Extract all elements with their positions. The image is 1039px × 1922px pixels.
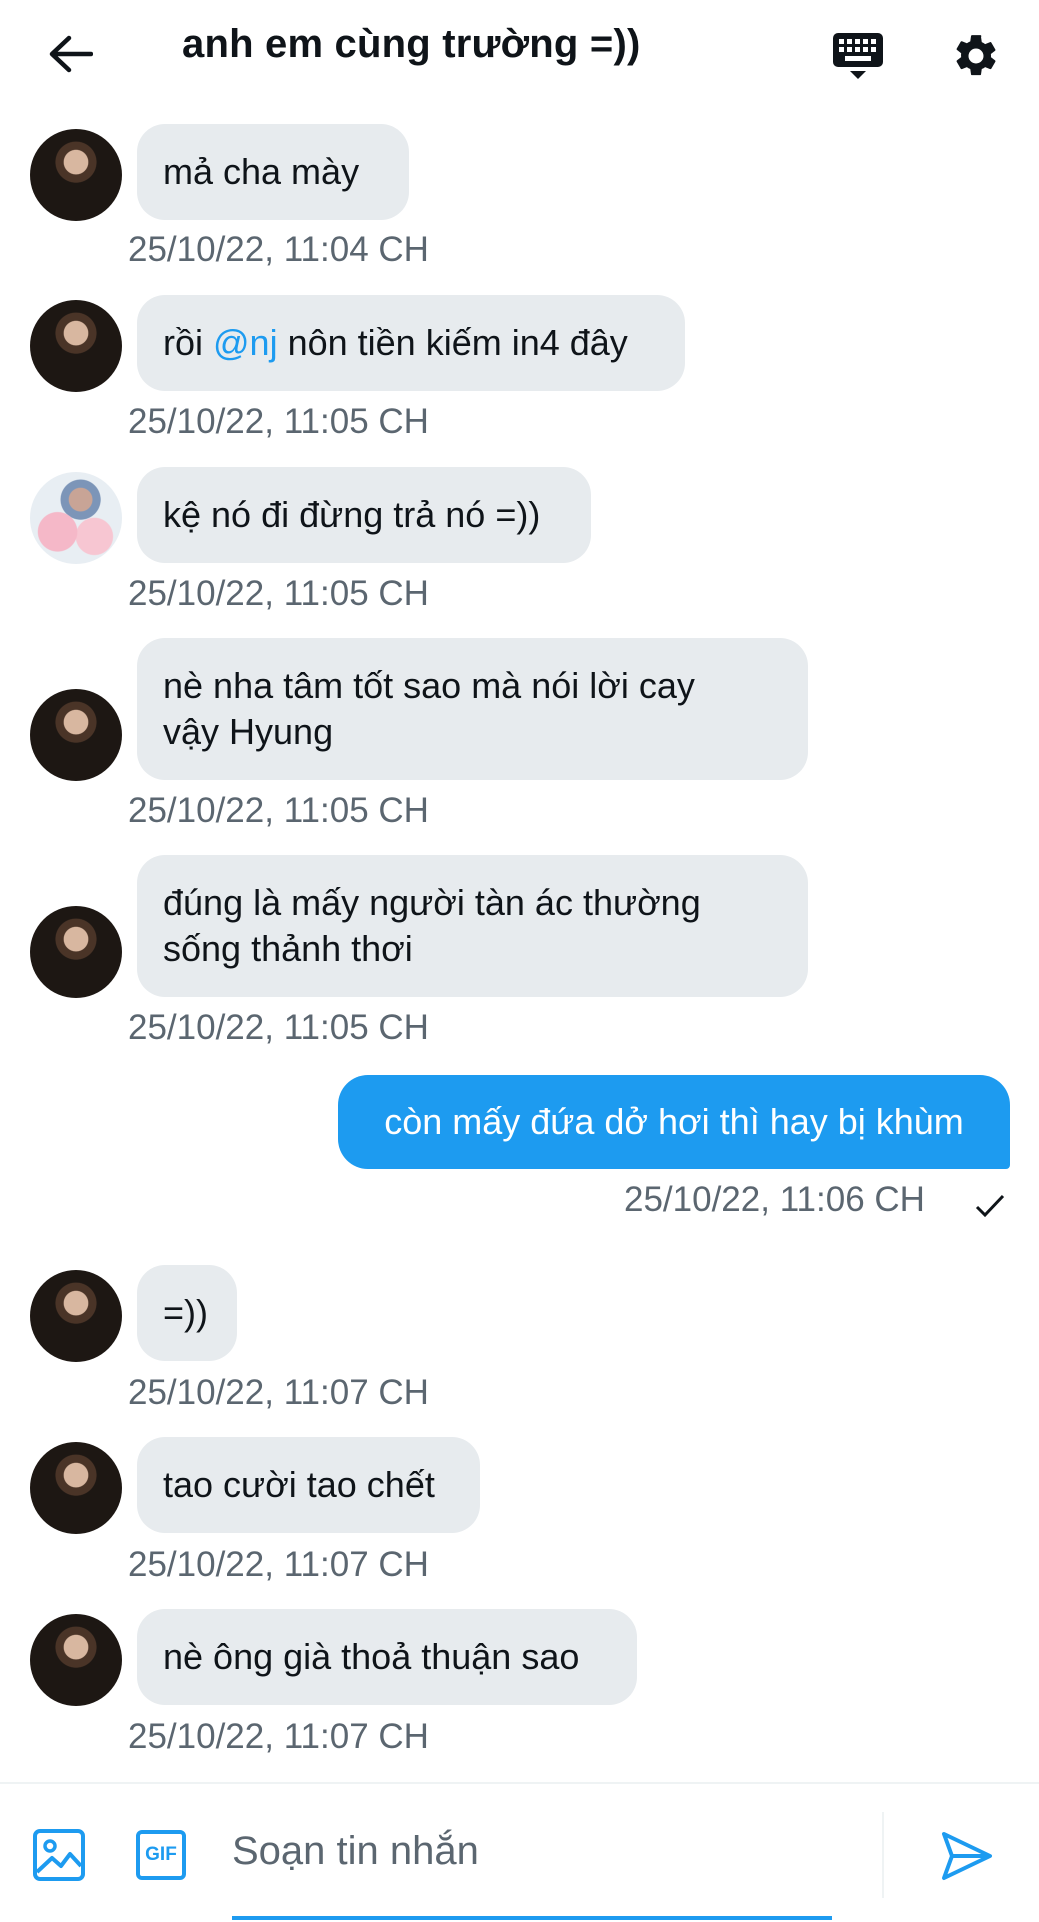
message-timestamp: 25/10/22, 11:04 CH — [128, 230, 429, 269]
avatar[interactable] — [30, 1442, 122, 1534]
keyboard-icon — [833, 33, 883, 79]
avatar[interactable] — [30, 300, 122, 392]
add-image-button[interactable] — [30, 1826, 88, 1884]
conversation-title: anh em cùng trường =)) — [182, 22, 641, 66]
sent-check-icon — [975, 1194, 1005, 1218]
message-bubble[interactable]: kệ nó đi đừng trả nó =)) — [137, 467, 591, 563]
message-bubble[interactable]: nè ông già thoả thuận sao — [137, 1609, 637, 1705]
composer-divider — [882, 1812, 884, 1898]
add-gif-button[interactable]: GIF — [132, 1826, 190, 1884]
settings-button[interactable] — [944, 24, 1008, 88]
message-text-line: nè nha tâm tốt sao mà nói lời cay — [163, 665, 695, 706]
back-button[interactable] — [40, 26, 100, 82]
avatar[interactable] — [30, 129, 122, 221]
gear-icon — [956, 35, 996, 76]
message-bubble[interactable]: tao cười tao chết — [137, 1437, 480, 1533]
message-text: còn mấy đứa dở hơi thì hay bị khùm — [384, 1101, 964, 1142]
avatar[interactable] — [30, 1614, 122, 1706]
message-text: mả cha mày — [163, 151, 360, 192]
image-icon — [33, 1829, 85, 1881]
message-bubble[interactable]: đúng là mấy người tàn ác thường sống thả… — [137, 855, 808, 997]
avatar[interactable] — [30, 472, 122, 564]
message-timestamp: 25/10/22, 11:07 CH — [128, 1545, 429, 1584]
message-timestamp: 25/10/22, 11:05 CH — [128, 402, 429, 441]
message-bubble[interactable]: =)) — [137, 1265, 237, 1361]
message-text: tao cười tao chết — [163, 1464, 435, 1505]
message-timestamp: 25/10/22, 11:05 CH — [128, 791, 429, 830]
message-text: kệ nó đi đừng trả nó =)) — [163, 494, 541, 535]
message-timestamp: 25/10/22, 11:05 CH — [128, 1008, 429, 1047]
back-arrow-icon — [49, 35, 93, 73]
gif-icon: GIF — [136, 1830, 186, 1880]
message-bubble[interactable]: nè nha tâm tốt sao mà nói lời cay vậy Hy… — [137, 638, 808, 780]
avatar[interactable] — [30, 1270, 122, 1362]
mention-link[interactable]: @nj — [213, 322, 278, 363]
input-underline — [232, 1916, 832, 1920]
chat-header: anh em cùng trường =)) — [0, 0, 1039, 104]
message-composer: GIF — [0, 1782, 1039, 1922]
message-bubble[interactable]: mả cha mày — [137, 124, 409, 220]
send-icon — [942, 1832, 992, 1880]
outgoing-message-bubble[interactable]: còn mấy đứa dở hơi thì hay bị khùm — [338, 1075, 1010, 1169]
message-text: nè ông già thoả thuận sao — [163, 1636, 580, 1677]
message-text-line: vậy Hyung — [163, 711, 334, 752]
message-text: rồi @nj nôn tiền kiếm in4 đây — [163, 322, 628, 363]
send-button[interactable] — [934, 1824, 998, 1888]
message-bubble[interactable]: rồi @nj nôn tiền kiếm in4 đây — [137, 295, 685, 391]
message-text-line: đúng là mấy người tàn ác thường — [163, 882, 701, 923]
message-timestamp: 25/10/22, 11:07 CH — [128, 1717, 429, 1756]
message-timestamp: 25/10/22, 11:06 CH — [624, 1180, 925, 1219]
message-timestamp: 25/10/22, 11:07 CH — [128, 1373, 429, 1412]
message-text: =)) — [163, 1292, 208, 1333]
keyboard-button[interactable] — [826, 24, 890, 88]
message-timestamp: 25/10/22, 11:05 CH — [128, 574, 429, 613]
message-input[interactable] — [232, 1816, 832, 1886]
message-text-line: sống thảnh thơi — [163, 928, 413, 969]
avatar[interactable] — [30, 906, 122, 998]
avatar[interactable] — [30, 689, 122, 781]
